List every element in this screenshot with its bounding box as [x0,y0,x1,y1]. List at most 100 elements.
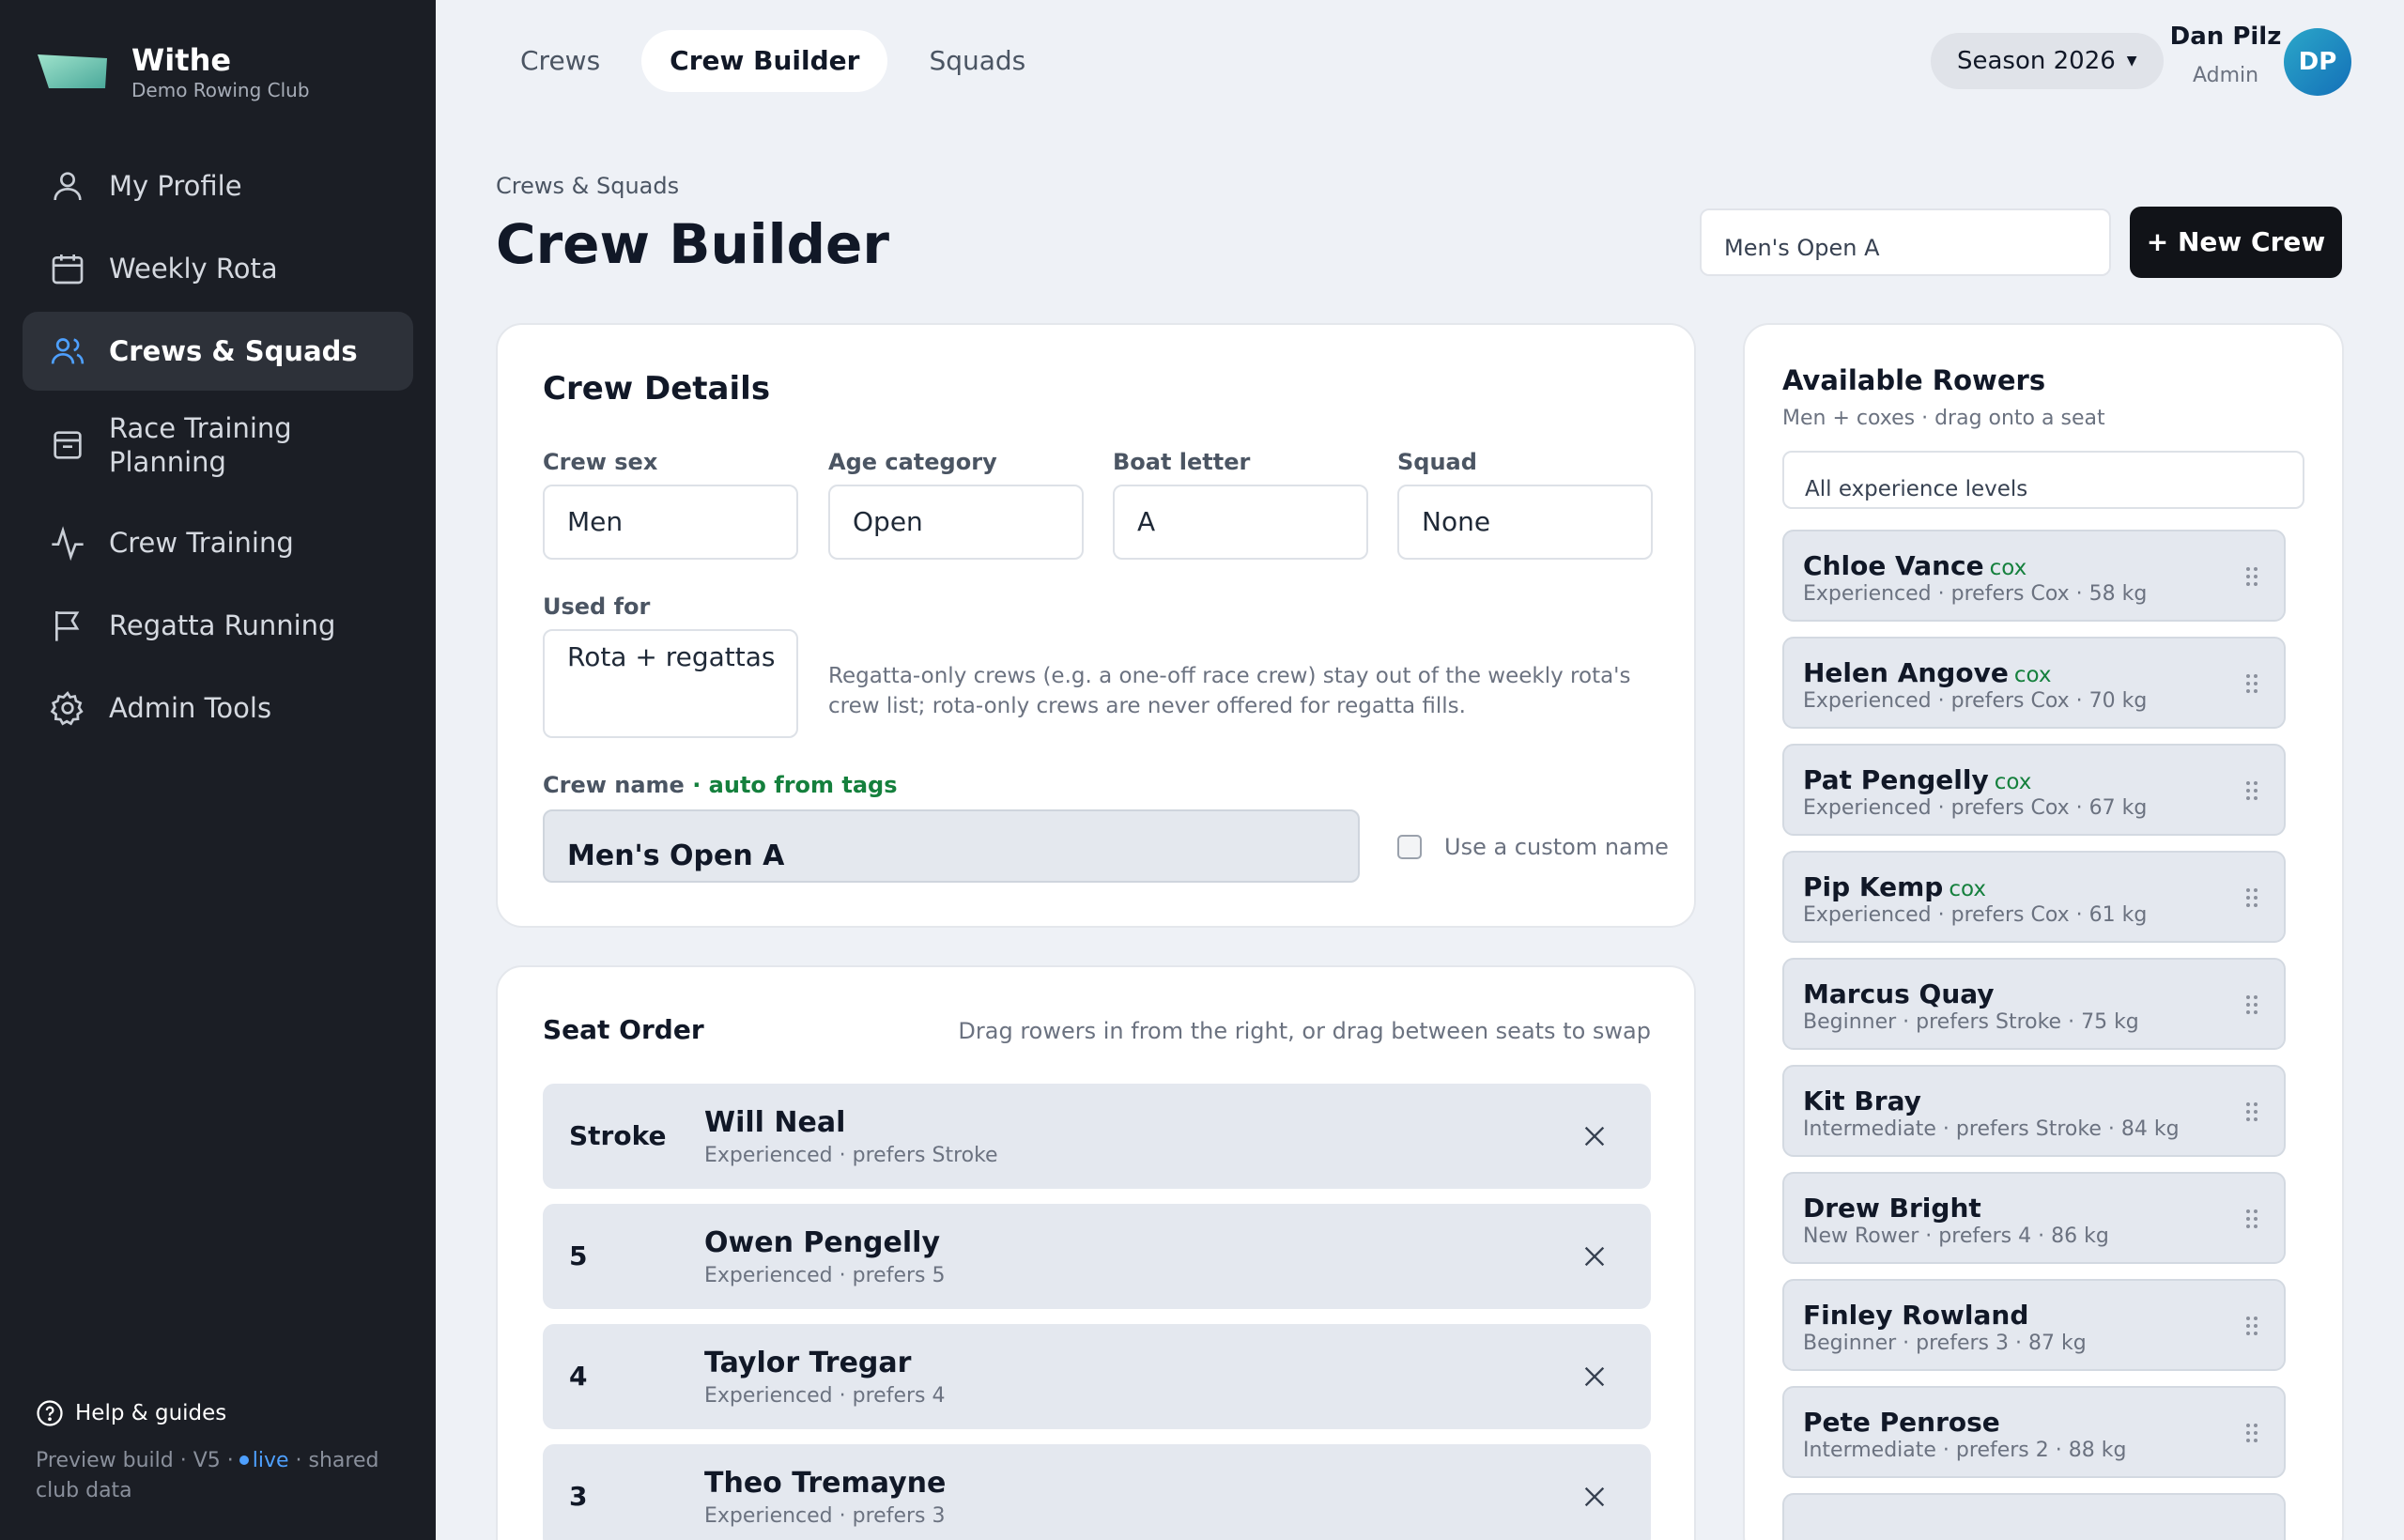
rower-tag: cox [1949,877,1986,901]
drag-handle-icon[interactable] [2244,1208,2259,1230]
sidebar-item-label: Race Training Planning [109,412,292,478]
used-for-select[interactable]: Rota + regattas [543,629,798,738]
logo-icon [38,54,107,88]
rower-card[interactable]: Helen Angove cox Experienced · prefers Co… [1782,637,2286,729]
seat-order-title: Seat Order [543,1014,704,1045]
rower-name-text: Marcus Quay [1803,978,1995,1009]
sidebar-item-race-training-planning[interactable]: Race Training Planning [23,394,413,496]
rower-name: Marcus Quay [1803,978,2000,1009]
seat-rower-name: Owen Pengelly [704,1226,941,1259]
sidebar-item-my-profile[interactable]: My Profile [23,146,413,225]
rower-name-text: Kit Bray [1803,1086,1921,1116]
rower-card[interactable]: Finley Rowland Beginner · prefers 3 · 87… [1782,1279,2286,1371]
tab-crew-builder[interactable]: Crew Builder [641,30,888,92]
experience-filter-select[interactable]: All experience levels [1782,451,2304,509]
flag-icon [55,611,80,641]
rower-meta: Experienced · prefers Cox · 67 kg [1803,796,2148,820]
drag-handle-icon[interactable] [2244,779,2259,802]
help-link[interactable]: Help & guides [36,1399,411,1427]
sidebar-item-label: My Profile [109,170,242,202]
page-title: Crew Builder [496,212,889,276]
rower-card[interactable]: Pip Kemp cox Experienced · prefers Cox · … [1782,851,2286,943]
sidebar-item-crews-squads[interactable]: Crews & Squads [23,312,413,391]
rower-meta: Beginner · prefers 3 · 87 kg [1803,1332,2087,1355]
custom-name-checkbox[interactable] [1397,835,1422,859]
top-tabs: Crews Crew Builder Squads [492,30,1054,92]
sidebar-item-label: Crew Training [109,527,294,559]
rower-card[interactable]: Kit Bray Intermediate · prefers Stroke ·… [1782,1065,2286,1157]
rower-card[interactable] [1782,1493,2286,1540]
help-icon [37,1400,63,1426]
crew-select[interactable]: Men's Open A [1700,208,2111,276]
seat-label: 4 [569,1361,588,1392]
live-dot-icon [239,1455,249,1465]
squad-select[interactable]: None [1397,485,1653,560]
rower-card[interactable]: Marcus Quay Beginner · prefers Stroke · … [1782,958,2286,1050]
breadcrumb[interactable]: Crews & Squads [496,173,679,199]
caret-down-icon: ▼ [2126,54,2137,69]
seat-label: 3 [569,1481,588,1512]
drag-handle-icon[interactable] [2244,672,2259,695]
age-category-select[interactable]: Open [828,485,1084,560]
drag-handle-icon[interactable] [2244,565,2259,588]
drag-handle-icon[interactable] [2244,1315,2259,1337]
drag-handle-icon[interactable] [2244,886,2259,909]
seat-rower-meta: Experienced · prefers Stroke [704,1144,998,1167]
rower-tag: cox [1989,556,2027,580]
rower-card[interactable]: Pat Pengelly cox Experienced · prefers Co… [1782,744,2286,836]
available-rowers-card: Available Rowers Men + coxes · drag onto… [1743,323,2344,1540]
seat-row[interactable]: 4 Taylor Tregar Experienced · prefers 4 [543,1324,1651,1429]
user-role: Admin [2192,64,2259,87]
close-icon[interactable] [1580,1482,1610,1512]
sidebar-item-label: Admin Tools [109,692,272,724]
rower-card[interactable]: Chloe Vance cox Experienced · prefers Cox… [1782,530,2286,622]
crew-name-field[interactable]: Men's Open A [543,809,1360,883]
sidebar-item-crew-training[interactable]: Crew Training [23,503,413,582]
tab-squads[interactable]: Squads [901,30,1054,92]
available-rowers-subtitle: Men + coxes · drag onto a seat [1782,407,2105,430]
drag-handle-icon[interactable] [2244,1422,2259,1444]
drag-handle-icon[interactable] [2244,1101,2259,1123]
sidebar-item-weekly-rota[interactable]: Weekly Rota [23,229,413,308]
crew-details-title: Crew Details [543,370,771,408]
close-icon[interactable] [1580,1241,1610,1271]
rower-name: Pete Penrose [1803,1407,2006,1438]
season-select[interactable]: Season 2026 ▼ [1931,33,2164,89]
seat-row[interactable]: Stroke Will Neal Experienced · prefers S… [543,1084,1651,1189]
available-rowers-title: Available Rowers [1782,364,2046,396]
brand-name: Withe [131,42,232,78]
sidebar-item-label: Crews & Squads [109,335,358,367]
sidebar-item-regatta-running[interactable]: Regatta Running [23,586,413,665]
rower-meta: Intermediate · prefers Stroke · 84 kg [1803,1117,2180,1141]
rower-name: Drew Bright [1803,1193,1987,1224]
drag-handle-icon[interactable] [2244,993,2259,1016]
user-menu[interactable]: Dan Pilz Admin [2160,21,2291,87]
rower-meta: Experienced · prefers Cox · 61 kg [1803,903,2148,927]
brand[interactable]: Withe Demo Rowing Club [36,41,310,101]
boat-letter-label: Boat letter [1113,449,1251,475]
crew-name-label: Crew name · auto from tags [543,772,898,798]
season-value: Season 2026 [1957,47,2116,75]
seat-row[interactable]: 3 Theo Tremayne Experienced · prefers 3 [543,1444,1651,1540]
crew-name-label-text: Crew name [543,772,685,798]
seat-row[interactable]: 5 Owen Pengelly Experienced · prefers 5 [543,1204,1651,1309]
club-name: Demo Rowing Club [131,79,310,101]
seat-label: Stroke [569,1120,667,1151]
rower-card[interactable]: Drew Bright New Rower · prefers 4 · 86 k… [1782,1172,2286,1264]
custom-name-toggle[interactable]: Use a custom name [1397,834,1669,860]
tab-crews[interactable]: Crews [492,30,628,92]
users-icon [51,338,85,364]
sidebar-item-admin-tools[interactable]: Admin Tools [23,669,413,747]
build-info: Preview build · V5 · live · shared club d… [36,1446,411,1506]
auto-from-tags-label: · auto from tags [692,772,898,798]
avatar[interactable]: DP [2284,28,2351,96]
boat-letter-select[interactable]: A [1113,485,1368,560]
rower-card[interactable]: Pete Penrose Intermediate · prefers 2 · … [1782,1386,2286,1478]
rower-meta: Experienced · prefers Cox · 70 kg [1803,689,2148,713]
user-name: Dan Pilz [2169,23,2282,51]
close-icon[interactable] [1580,1121,1610,1151]
close-icon[interactable] [1580,1362,1610,1392]
crew-sex-select[interactable]: Men [543,485,798,560]
new-crew-button[interactable]: + New Crew [2130,207,2342,278]
rower-name: Pip Kemp cox [1803,871,1986,902]
